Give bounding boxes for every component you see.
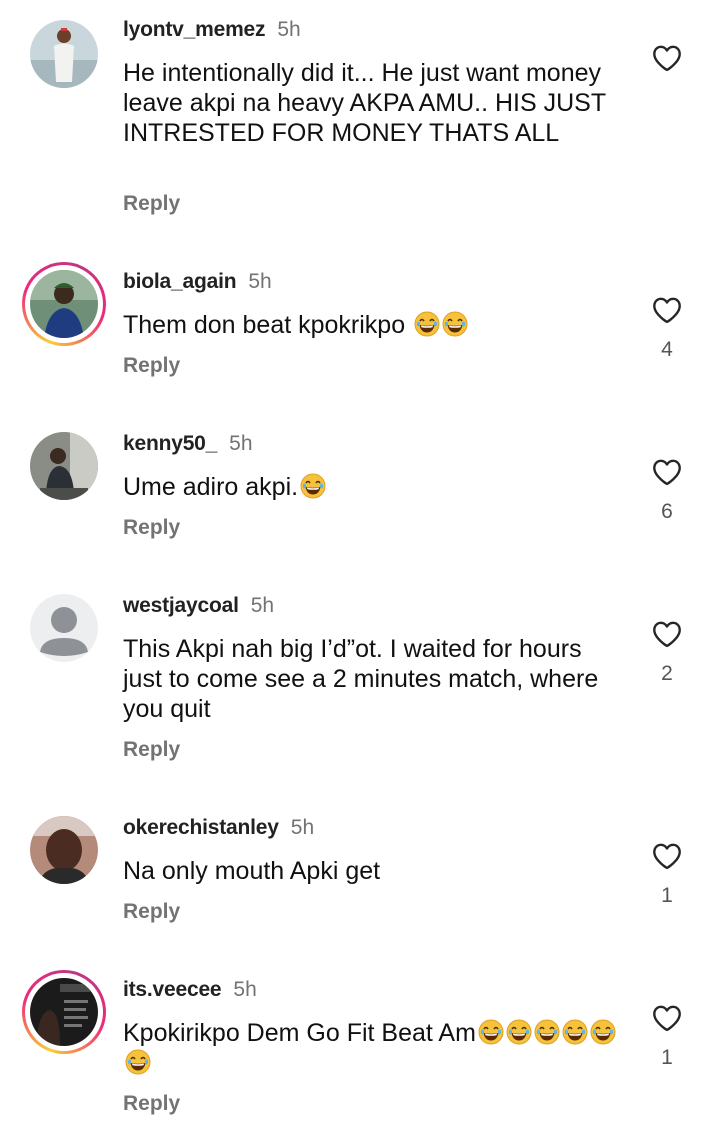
- heart-outline-icon[interactable]: [652, 1004, 682, 1032]
- like-count: 2: [661, 662, 673, 685]
- username[interactable]: biola_again: [123, 270, 237, 293]
- like-count: 4: [661, 338, 673, 361]
- comment-text: This Akpi nah big I’d”ot. I waited for h…: [123, 635, 599, 723]
- heart-outline-icon[interactable]: [652, 458, 682, 486]
- laughing-emoji-icon: [590, 1019, 616, 1045]
- reply-button[interactable]: Reply: [123, 900, 180, 924]
- timestamp: 5h: [250, 594, 275, 617]
- laughing-emoji-icon: [125, 1049, 151, 1075]
- username[interactable]: okerechistanley: [123, 816, 279, 839]
- comment-text: Na only mouth Apki get: [123, 857, 381, 885]
- timestamp: 5h: [248, 270, 272, 293]
- comment-text: He intentionally did it... He just want …: [123, 59, 606, 147]
- avatar[interactable]: [30, 594, 98, 662]
- story-ring: [22, 262, 106, 346]
- username[interactable]: kenny50_: [123, 432, 217, 455]
- laughing-emoji-icon: [478, 1019, 504, 1045]
- timestamp: 5h: [290, 816, 315, 839]
- timestamp: 5h: [233, 978, 257, 1001]
- laughing-emoji-icon: [534, 1019, 560, 1045]
- heart-outline-icon[interactable]: [652, 842, 682, 870]
- avatar[interactable]: [30, 20, 98, 88]
- avatar[interactable]: [30, 978, 98, 1046]
- username[interactable]: lyontv_memez: [123, 18, 266, 41]
- timestamp: 5h: [229, 432, 253, 455]
- reply-button[interactable]: Reply: [123, 516, 180, 540]
- story-ring: [22, 970, 106, 1054]
- laughing-emoji-icon: [506, 1019, 532, 1045]
- heart-outline-icon[interactable]: [652, 620, 682, 648]
- reply-button[interactable]: Reply: [123, 738, 180, 762]
- comment-text: Ume adiro akpi.: [123, 472, 623, 502]
- reply-button[interactable]: Reply: [123, 354, 180, 378]
- laughing-emoji-icon: [300, 473, 326, 499]
- comment-text: Them don beat kpokrikpo: [123, 310, 623, 340]
- like-count: 1: [661, 884, 673, 907]
- heart-outline-icon[interactable]: [652, 44, 682, 72]
- avatar[interactable]: [30, 432, 98, 500]
- avatar[interactable]: [30, 816, 98, 884]
- avatar[interactable]: [30, 270, 98, 338]
- timestamp: 5h: [277, 18, 301, 41]
- username[interactable]: its.veecee: [123, 978, 222, 1001]
- laughing-emoji-icon: [414, 311, 440, 337]
- like-count: 6: [661, 500, 673, 523]
- laughing-emoji-icon: [442, 311, 468, 337]
- username[interactable]: westjaycoal: [123, 594, 239, 617]
- reply-button[interactable]: Reply: [123, 1092, 180, 1116]
- reply-button[interactable]: Reply: [123, 192, 180, 216]
- comment-text: Kpokirikpo Dem Go Fit Beat Am: [123, 1018, 623, 1078]
- like-count: 1: [661, 1046, 673, 1069]
- heart-outline-icon[interactable]: [652, 296, 682, 324]
- laughing-emoji-icon: [562, 1019, 588, 1045]
